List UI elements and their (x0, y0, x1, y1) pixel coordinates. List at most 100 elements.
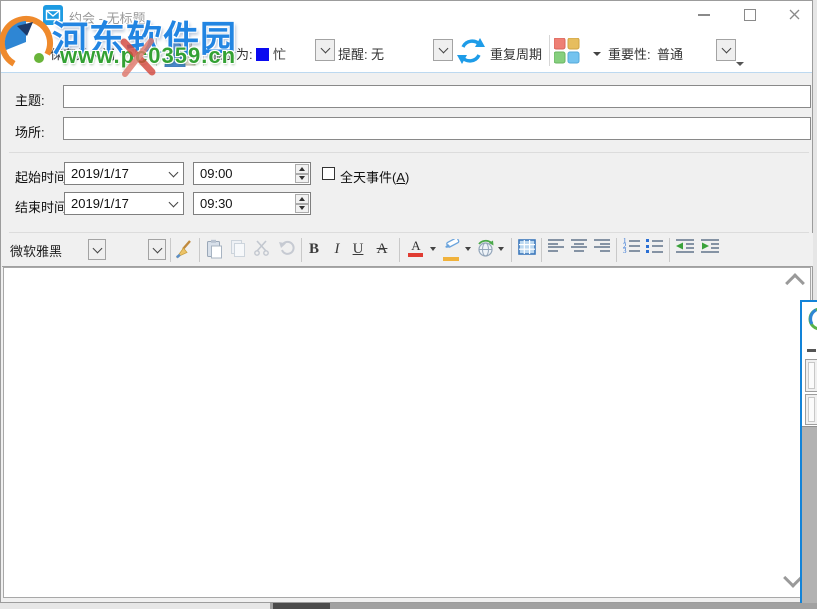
decrease-indent-button[interactable] (676, 239, 694, 258)
bar (600, 243, 610, 245)
align-left-button[interactable] (548, 239, 564, 252)
spin-down-icon (299, 206, 305, 210)
bold-button[interactable]: B (305, 239, 323, 259)
subject-input[interactable] (63, 85, 811, 108)
background-app-logo-icon (806, 306, 817, 334)
font-color-button[interactable]: A (408, 239, 424, 257)
all-day-mnemonic: A (396, 170, 405, 185)
importance-label: 重要性: (608, 44, 651, 63)
divider (549, 35, 550, 66)
all-day-checkbox[interactable] (322, 167, 335, 180)
start-date-value: 2019/1/17 (71, 166, 129, 181)
align-center-icon (571, 239, 587, 241)
recurrence-label[interactable]: 重复周期 (490, 44, 542, 63)
divider (511, 238, 512, 262)
end-time-down-button[interactable] (295, 204, 309, 214)
end-date-picker[interactable]: 2019/1/17 (64, 192, 184, 215)
align-center-button[interactable] (571, 239, 587, 252)
people-icon (162, 35, 200, 67)
increase-indent-button[interactable] (701, 239, 719, 258)
all-day-label-prefix: 全天事件( (340, 170, 396, 185)
recurrence-button[interactable] (456, 36, 486, 71)
chevron-down-icon (721, 44, 731, 54)
categories-dropdown-icon[interactable] (593, 52, 601, 56)
start-time-up-button[interactable] (295, 164, 309, 174)
bar (548, 250, 558, 252)
highlight-color-swatch (443, 257, 459, 261)
align-right-button[interactable] (594, 239, 610, 252)
reminder-value: 无 (371, 44, 384, 63)
all-day-label[interactable]: 全天事件(A) (340, 167, 409, 186)
start-date-picker[interactable]: 2019/1/17 (64, 162, 184, 185)
toolbar-overflow-icon[interactable] (736, 62, 744, 66)
divider (616, 238, 617, 262)
font-color-swatch (408, 253, 423, 257)
font-size-dropdown[interactable] (148, 239, 166, 260)
divider (9, 152, 809, 153)
end-time-value: 09:30 (200, 196, 233, 211)
taskbar-fragment (270, 603, 817, 609)
copy-button[interactable] (229, 239, 247, 263)
all-day-label-suffix: ) (405, 170, 409, 185)
divider (399, 238, 400, 262)
busy-color-swatch (256, 48, 269, 61)
broom-icon (174, 239, 193, 259)
start-time-label: 起始时间: (15, 167, 71, 186)
chevron-down-icon (152, 243, 162, 253)
strikethrough-button[interactable]: A (373, 239, 391, 259)
format-painter-button[interactable] (174, 239, 193, 264)
paste-button[interactable] (205, 239, 223, 264)
font-name-dropdown[interactable] (88, 239, 106, 260)
reminder-label: 提醒: (338, 44, 368, 63)
align-left-icon (548, 239, 564, 241)
end-time-up-button[interactable] (295, 194, 309, 204)
background-window-control (805, 359, 817, 392)
bar (652, 251, 663, 253)
end-time-spinbox[interactable]: 09:30 (193, 192, 311, 215)
hyperlink-dropdown-icon[interactable] (498, 247, 504, 251)
bullet-list-button[interactable] (646, 239, 663, 253)
bar (574, 243, 584, 245)
divider (170, 238, 171, 262)
titlebar: 约会 - 无标题 (1, 1, 812, 29)
location-input[interactable] (63, 117, 811, 140)
insert-table-button[interactable] (518, 239, 536, 260)
scroll-up-icon[interactable] (785, 273, 805, 293)
save-close-button[interactable]: 保存并关闭 (50, 44, 115, 63)
dot (646, 245, 649, 248)
close-button[interactable] (774, 1, 814, 28)
underline-button[interactable]: U (349, 239, 367, 259)
invite-attendees-button[interactable] (162, 35, 200, 72)
divider (199, 238, 200, 262)
align-right-icon (594, 239, 610, 241)
bar (629, 250, 640, 252)
minimize-icon (698, 14, 710, 16)
sync-arrows-icon (456, 36, 486, 66)
bar (629, 245, 640, 247)
show-as-dropdown[interactable] (315, 39, 335, 61)
cut-button[interactable] (253, 239, 271, 262)
indent-icon (701, 239, 719, 253)
italic-button[interactable]: I (328, 239, 346, 259)
start-time-spinbox[interactable]: 09:00 (193, 162, 311, 185)
bar (652, 240, 663, 242)
categories-button[interactable] (554, 38, 580, 69)
font-name-value[interactable]: 微软雅黑 (10, 241, 62, 260)
hyperlink-button[interactable] (476, 239, 495, 263)
numbered-list-button[interactable]: 1 2 3 (623, 239, 640, 253)
bullet-list-icon (646, 239, 649, 242)
taskbar-dark-segment (273, 603, 330, 609)
maximize-button[interactable] (730, 1, 770, 28)
undo-button[interactable] (278, 239, 295, 261)
highlight-button[interactable] (443, 239, 461, 261)
importance-dropdown[interactable] (716, 39, 736, 61)
start-time-down-button[interactable] (295, 174, 309, 184)
highlight-dropdown-icon[interactable] (465, 247, 471, 251)
minimize-button[interactable] (684, 1, 724, 28)
show-as-value: 忙 (273, 44, 286, 63)
globe-icon (476, 239, 495, 258)
notes-editor[interactable] (3, 267, 811, 598)
background-window-control (805, 394, 817, 425)
reminder-dropdown[interactable] (433, 39, 453, 61)
font-color-dropdown-icon[interactable] (430, 247, 436, 251)
